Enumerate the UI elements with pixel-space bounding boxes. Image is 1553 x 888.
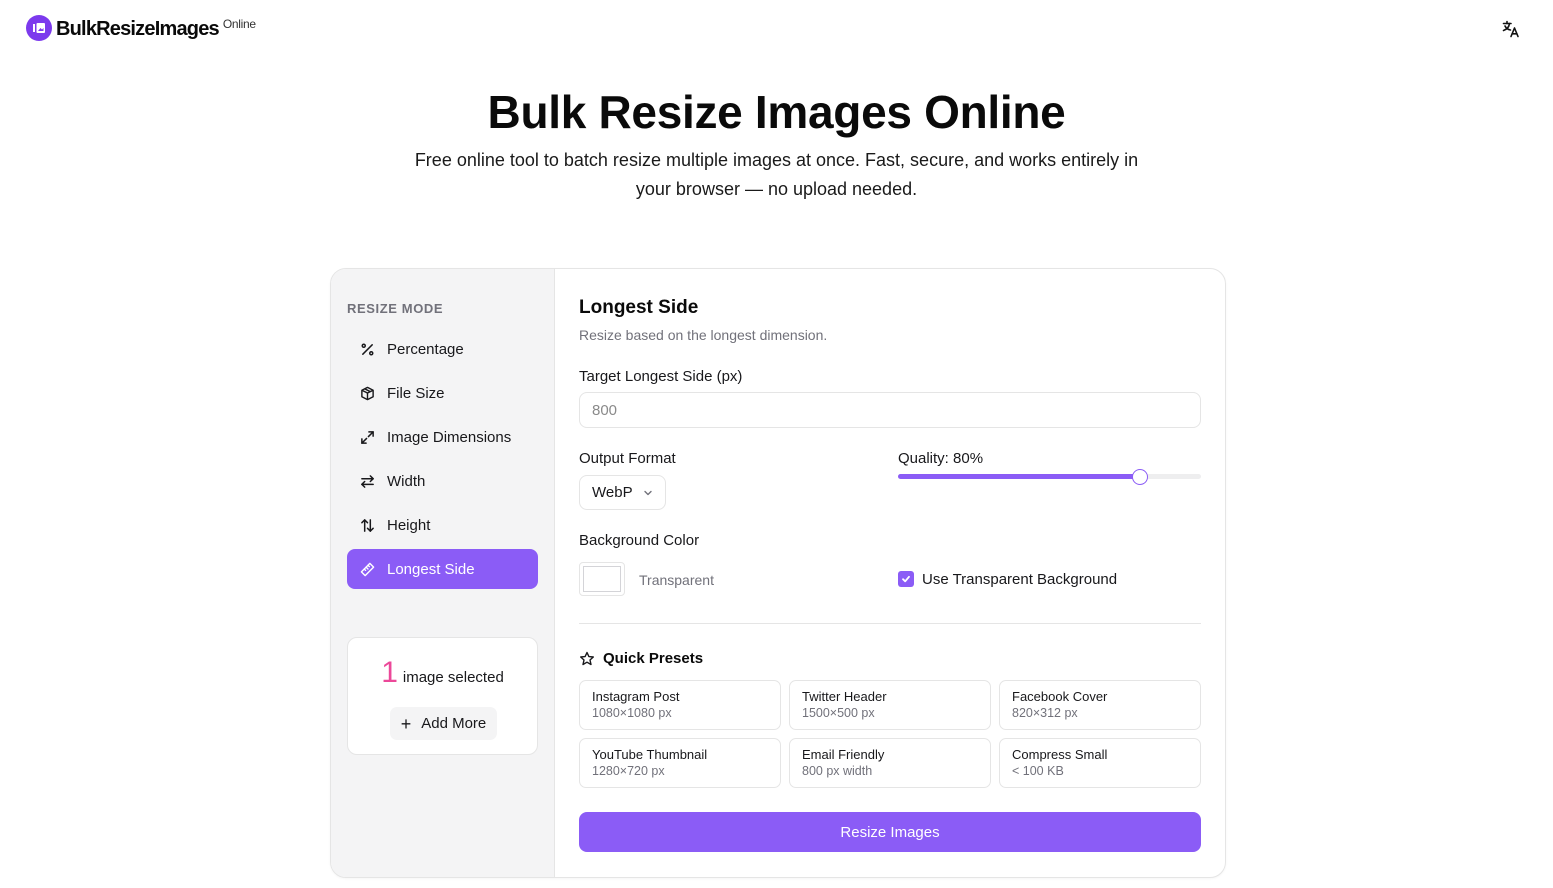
mode-item-label: Image Dimensions [387,428,512,446]
preset-youtube-thumbnail[interactable]: YouTube Thumbnail 1280×720 px [579,738,781,788]
expand-icon [359,429,375,445]
preset-size: 1500×500 px [802,706,875,720]
mode-item-longest-side[interactable]: Longest Side [347,549,538,589]
resize-mode-label: RESIZE MODE [347,301,444,316]
page-title: Bulk Resize Images Online [487,86,1066,138]
language-button[interactable] [1500,18,1522,40]
selection-summary: 1 image selected + Add More [347,637,538,755]
resize-images-label: Resize Images [840,823,940,841]
preset-size: 1280×720 px [592,764,665,778]
preset-name: Email Friendly [802,747,885,762]
mode-item-label: File Size [387,384,445,402]
preset-size: 800 px width [802,764,873,778]
mode-item-label: Height [387,516,431,534]
arrows-horizontal-icon [359,473,375,489]
mode-item-height[interactable]: Height [347,505,538,545]
target-longest-side-input[interactable] [579,392,1201,428]
preset-grid: Instagram Post 1080×1080 px Twitter Head… [579,680,1201,788]
star-icon [579,651,595,667]
divider [579,623,1201,624]
resize-images-button[interactable]: Resize Images [579,812,1201,852]
target-label: Target Longest Side (px) [579,368,743,385]
resize-card: RESIZE MODE Percentage File Size Image D… [330,268,1226,878]
resize-mode-sidebar: RESIZE MODE Percentage File Size Image D… [331,269,555,877]
mode-item-image-dimensions[interactable]: Image Dimensions [347,417,538,457]
slider-fill [898,474,1141,479]
mode-item-percentage[interactable]: Percentage [347,329,538,369]
preset-size: 1080×1080 px [592,706,672,720]
preset-email-friendly[interactable]: Email Friendly 800 px width [789,738,991,788]
preset-name: Facebook Cover [1012,689,1108,704]
arrows-vertical-icon [359,517,375,533]
panel-title: Longest Side [579,297,699,318]
mode-item-label: Percentage [387,340,464,358]
plus-icon: + [400,713,412,734]
check-icon [902,575,910,583]
preset-name: YouTube Thumbnail [592,747,708,762]
preset-name: Instagram Post [592,689,680,704]
background-color-label: Background Color [579,532,700,549]
add-more-button[interactable]: + Add More [390,707,497,740]
brand-name: BulkResizeImages [56,18,220,40]
brand[interactable]: BulkResizeImages Online [26,15,256,43]
transparent-background-checkbox[interactable] [898,571,914,587]
brand-suffix: Online [222,17,256,31]
background-color-value: Transparent [639,572,714,588]
mode-item-file-size[interactable]: File Size [347,373,538,413]
preset-name: Twitter Header [802,689,887,704]
resize-mode-list: Percentage File Size Image Dimensions Wi… [347,329,538,593]
quick-presets-heading: Quick Presets [579,650,703,667]
add-more-label: Add More [421,715,487,732]
preset-size: < 100 KB [1012,764,1064,778]
transparent-background-label[interactable]: Use Transparent Background [922,571,1117,588]
preset-twitter-header[interactable]: Twitter Header 1500×500 px [789,680,991,730]
chevron-down-icon [643,488,653,498]
preset-name: Compress Small [1012,747,1108,762]
mode-item-label: Width [387,472,426,490]
preset-compress-small[interactable]: Compress Small < 100 KB [999,738,1201,788]
image-icon [26,15,52,41]
preset-facebook-cover[interactable]: Facebook Cover 820×312 px [999,680,1201,730]
mode-item-label: Longest Side [387,560,475,578]
panel-description: Resize based on the longest dimension. [579,327,828,343]
selected-text: image selected [402,669,504,686]
selected-count: 1 [381,656,398,689]
slider-thumb[interactable] [1132,469,1149,485]
ruler-icon [359,561,375,577]
swatch-color [583,566,621,592]
preset-size: 820×312 px [1012,706,1078,720]
page-subtitle: Free online tool to batch resize multipl… [414,150,1139,199]
package-icon [359,385,375,401]
preset-instagram-post[interactable]: Instagram Post 1080×1080 px [579,680,781,730]
format-label: Output Format [579,450,676,467]
output-format-select[interactable]: WebP [579,475,666,510]
percent-icon [359,341,375,357]
output-format-value: WebP [592,484,633,501]
mode-item-width[interactable]: Width [347,461,538,501]
background-color-swatch[interactable] [579,562,625,596]
quality-slider[interactable] [898,469,1201,485]
translate-icon [1502,20,1519,38]
quick-presets-title: Quick Presets [603,650,704,667]
settings-panel: Longest Side Resize based on the longest… [579,269,1201,877]
quality-label: Quality: 80% [898,450,984,467]
